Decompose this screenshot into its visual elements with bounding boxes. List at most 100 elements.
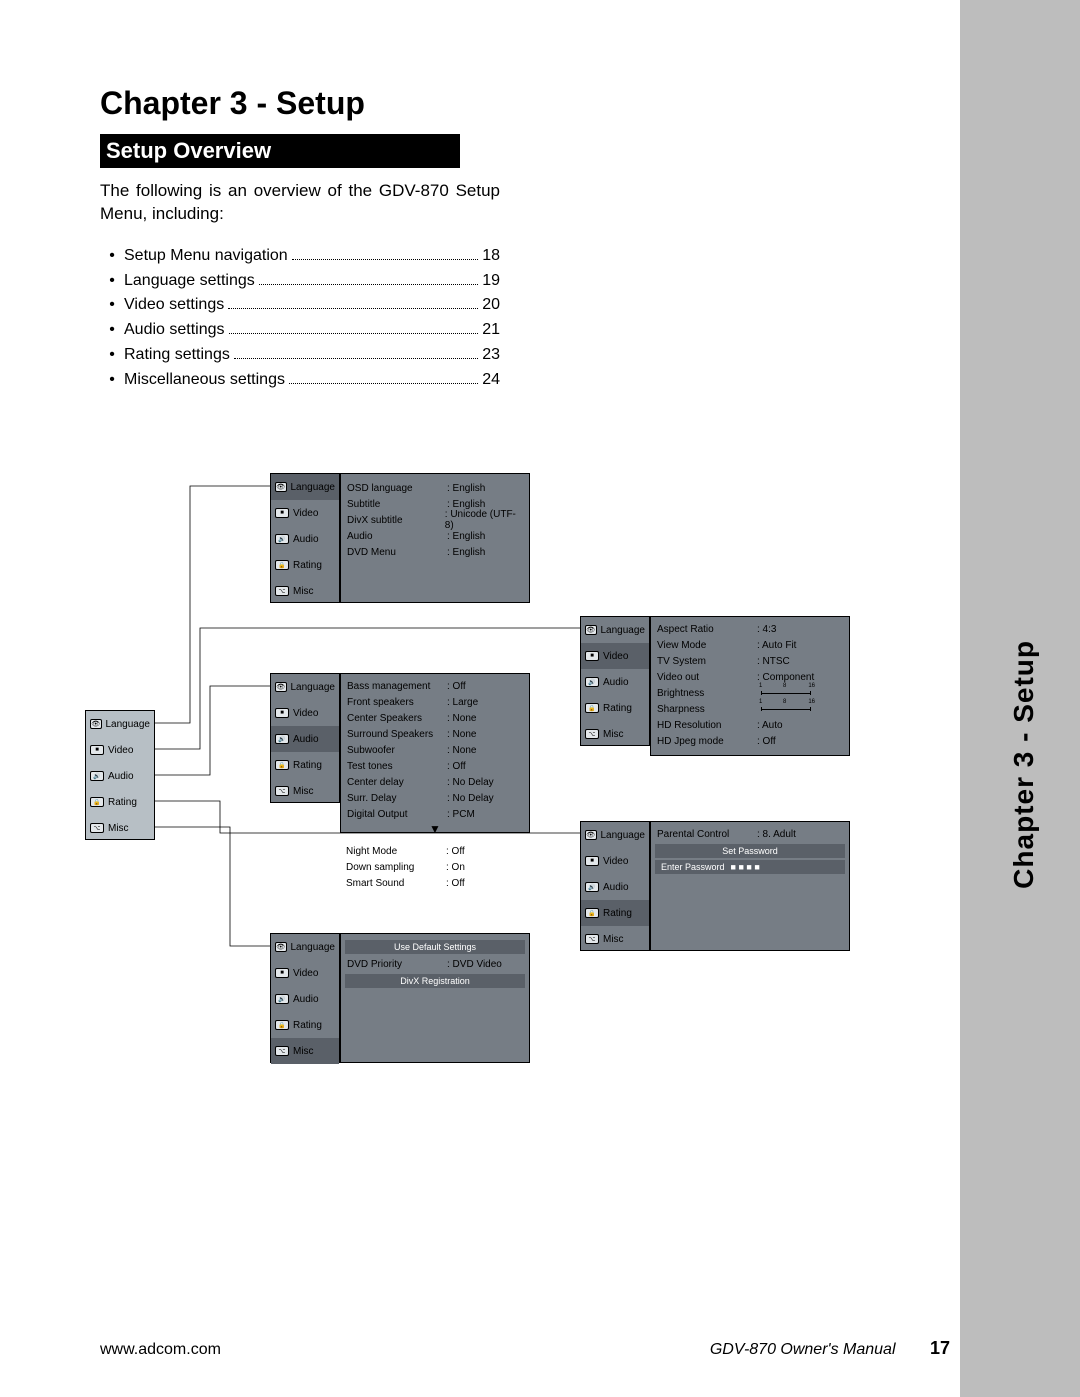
password-mask: ■ ■ ■ ■ [731, 862, 760, 872]
language-icon [275, 942, 287, 952]
menu-item-label: Language [601, 830, 646, 841]
misc-icon [275, 786, 289, 796]
toc-page-ref: 19 [482, 269, 500, 294]
misc-icon [585, 729, 599, 739]
footer-url: www.adcom.com [100, 1341, 221, 1359]
menu-item-video: Video [271, 700, 339, 726]
menu-item-label: Video [293, 708, 318, 719]
detail-row: Bass management: Off [341, 678, 529, 694]
menu-item-misc: Misc [271, 778, 339, 804]
video-icon [275, 708, 289, 718]
menu-item-label: Video [603, 651, 628, 662]
video-icon [275, 508, 289, 518]
menu-item-rating: Rating [271, 752, 339, 778]
menu-item-label: Misc [108, 823, 129, 834]
menu-item-label: Misc [293, 1046, 314, 1057]
detail-value: : 4:3 [757, 624, 776, 635]
toc-dots [259, 275, 478, 285]
rating-icon [275, 760, 289, 770]
detail-value: : Off [757, 736, 776, 747]
menu-item-misc: Misc [271, 1038, 339, 1064]
toc-label: Rating settings [124, 343, 230, 368]
detail-key: Front speakers [347, 697, 447, 708]
menu-item-label: Misc [603, 934, 624, 945]
toc-label: Miscellaneous settings [124, 368, 285, 393]
detail-row: Down sampling: On [340, 859, 530, 875]
table-of-contents: •Setup Menu navigation18•Language settin… [100, 244, 500, 393]
detail-value: : English [447, 483, 485, 494]
toc-bullet: • [100, 318, 124, 343]
detail-key: Center delay [347, 777, 447, 788]
parental-control-row: Parental Control : 8. Adult [651, 826, 849, 842]
menu-item-label: Misc [603, 729, 624, 740]
footer-manual-title: GDV-870 Owner's Manual [710, 1341, 896, 1358]
language-icon [275, 682, 287, 692]
detail-row: Front speakers: Large [341, 694, 529, 710]
detail-row: View Mode: Auto Fit [651, 637, 849, 653]
language-icon [585, 830, 597, 840]
detail-row: Aspect Ratio: 4:3 [651, 621, 849, 637]
toc-dots [228, 299, 478, 309]
detail-row: DVD Menu: English [341, 544, 529, 560]
audio-icon [275, 994, 289, 1004]
language-menu-panel: LanguageVideoAudioRatingMisc [270, 473, 340, 603]
detail-row: OSD language: English [341, 480, 529, 496]
detail-key: DivX subtitle [347, 515, 445, 526]
detail-row: Video out: Component [651, 669, 849, 685]
detail-row: HD Jpeg mode: Off [651, 733, 849, 749]
detail-value: : Off [446, 878, 465, 889]
rating-icon [275, 560, 289, 570]
chapter-title: Chapter 3 - Setup [100, 85, 620, 122]
menu-item-video: Video [581, 848, 649, 874]
detail-key: Bass management [347, 681, 447, 692]
enter-password-row: Enter Password ■ ■ ■ ■ [655, 860, 845, 874]
detail-row: Surround Speakers: None [341, 726, 529, 742]
rating-icon [585, 908, 599, 918]
detail-value: : NTSC [757, 656, 790, 667]
detail-key: Sharpness [657, 704, 757, 715]
menu-item-label: Misc [293, 586, 314, 597]
detail-key: OSD language [347, 483, 447, 494]
detail-value: : English [447, 499, 485, 510]
root-menu-panel: LanguageVideoAudioRatingMisc [85, 710, 155, 840]
toc-dots [292, 250, 479, 260]
toc-page-ref: 20 [482, 293, 500, 318]
detail-key: Surr. Delay [347, 793, 447, 804]
parental-control-value: : 8. Adult [757, 829, 796, 840]
video-icon [585, 856, 599, 866]
detail-key: DVD Menu [347, 547, 447, 558]
video-menu-panel: LanguageVideoAudioRatingMisc [580, 616, 650, 746]
footer-page-number: 17 [930, 1338, 950, 1358]
brightness-scale: 1816 [761, 693, 811, 694]
menu-item-rating: Rating [271, 552, 339, 578]
menu-item-rating: Rating [86, 789, 154, 815]
menu-item-audio: Audio [271, 526, 339, 552]
detail-key: View Mode [657, 640, 757, 651]
rating-icon [90, 797, 104, 807]
menu-item-label: Language [106, 719, 151, 730]
toc-dots [234, 349, 478, 359]
detail-key: Subwoofer [347, 745, 447, 756]
audio-icon [585, 677, 599, 687]
toc-dots [289, 374, 478, 384]
detail-key: Test tones [347, 761, 447, 772]
menu-item-rating: Rating [581, 695, 649, 721]
dvd-priority-row: DVD Priority : DVD Video [341, 956, 529, 972]
menu-item-video: Video [271, 960, 339, 986]
detail-row: Surr. Delay: No Delay [341, 790, 529, 806]
detail-key: Surround Speakers [347, 729, 447, 740]
toc-row: •Rating settings23 [100, 343, 500, 368]
menu-item-label: Video [293, 968, 318, 979]
scroll-down-arrow-icon: ▼ [341, 822, 529, 836]
toc-label: Audio settings [124, 318, 225, 343]
detail-key: Digital Output [347, 809, 447, 820]
audio-extra-rows: Night Mode: OffDown sampling: OnSmart So… [340, 843, 530, 891]
language-details-panel: OSD language: EnglishSubtitle: EnglishDi… [340, 473, 530, 603]
audio-menu-panel: LanguageVideoAudioRatingMisc [270, 673, 340, 803]
menu-item-label: Audio [603, 677, 629, 688]
set-password-row: Set Password [655, 844, 845, 858]
detail-row: DivX subtitle: Unicode (UTF-8) [341, 512, 529, 528]
toc-bullet: • [100, 269, 124, 294]
detail-value: : Off [446, 846, 465, 857]
detail-value: : English [447, 531, 485, 542]
